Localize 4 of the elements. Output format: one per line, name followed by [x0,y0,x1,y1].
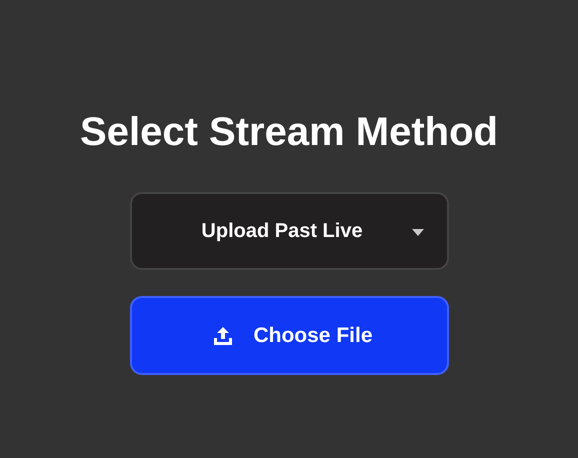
choose-file-button[interactable]: Choose File [130,296,448,375]
method-dropdown[interactable]: Upload Past Live [130,192,448,270]
page-title: Select Stream Method [80,109,498,156]
caret-icon [412,229,424,236]
